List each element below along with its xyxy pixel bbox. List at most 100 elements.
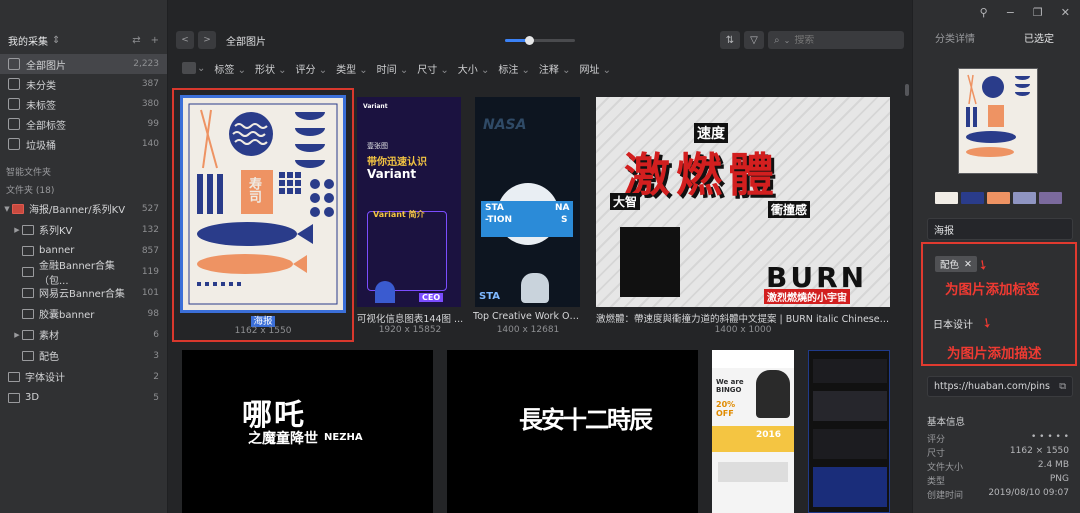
chevron-down-icon[interactable]: ⌄ [784, 36, 791, 45]
folder-icon [12, 203, 24, 214]
folder-kv-series[interactable]: ▶ 系列KV 132 [0, 219, 167, 240]
folder-finance-banner[interactable]: 金融Banner合集（包... 119 [0, 261, 167, 287]
zoom-slider[interactable] [505, 36, 575, 45]
thumb-nezha[interactable]: 哪吒 之魔童降世 NEZHA [182, 350, 433, 513]
name-field[interactable]: 海报 [927, 218, 1073, 240]
color-swatch[interactable] [961, 192, 984, 204]
folders-label[interactable]: 文件夹 (18) [0, 180, 167, 198]
nav-uncategorized[interactable]: 未分类 387 [0, 74, 167, 94]
annotation-add-description: 为图片添加描述 [947, 346, 1042, 362]
nav-all-images[interactable]: 全部图片 2,223 [0, 54, 167, 74]
rating-stars[interactable]: • • • • • [1031, 432, 1069, 445]
nav-untagged[interactable]: 未标签 380 [0, 94, 167, 114]
nasa-line4: S [561, 215, 568, 225]
folder-3d[interactable]: 3D 5 [0, 387, 167, 408]
remove-tag-icon[interactable]: ✕ [964, 259, 972, 270]
folder-count: 5 [153, 392, 159, 403]
thumb-changan[interactable]: 長安十二時辰 [447, 350, 698, 513]
sort-button[interactable]: ⇅ [720, 31, 740, 49]
info-key: 创建时间 [927, 491, 964, 501]
thumb-nasa[interactable]: NASA STA -TION NA S STA [475, 97, 580, 307]
collapse-triangle-icon[interactable]: ▶ [12, 331, 22, 339]
filter-dimensions[interactable]: 尺寸 [417, 61, 449, 76]
color-palette [935, 192, 1062, 204]
library-label[interactable]: 我的采集 [8, 33, 48, 48]
color-swatch[interactable] [935, 192, 958, 204]
thumb-dark-ui[interactable] [808, 350, 890, 513]
folder-label: 海报/Banner/系列KV [29, 205, 126, 216]
zoom-slider-knob[interactable] [525, 36, 534, 45]
color-swatch[interactable] [1039, 192, 1062, 204]
search-input[interactable] [794, 34, 875, 46]
tab-details[interactable]: 分类详情 [913, 30, 997, 50]
folder-color-scheme[interactable]: 配色 3 [0, 345, 167, 366]
restore-icon[interactable]: ❐ [1033, 6, 1043, 19]
uncategorized-icon [8, 78, 20, 90]
pin-icon[interactable]: ⚲ [980, 6, 988, 19]
filter-annotation[interactable]: 标注 [498, 61, 530, 76]
folder-label: banner [39, 245, 75, 256]
preview-image[interactable] [958, 68, 1038, 174]
tag-chip[interactable]: 配色 ✕ [935, 256, 977, 272]
color-swatch[interactable] [987, 192, 1010, 204]
add-icon[interactable]: + [151, 35, 159, 46]
variant-panel [367, 211, 447, 291]
thumb-bingo[interactable]: We are BINGO 20% OFF 2016 [712, 350, 794, 513]
folder-capsule-banner[interactable]: 胶囊banner 98 [0, 303, 167, 324]
scrollbar[interactable] [905, 84, 909, 96]
folder-poster-banner[interactable]: ▼ 海报/Banner/系列KV 527 [0, 198, 167, 219]
smart-folders-label[interactable]: 智能文件夹 [0, 162, 167, 180]
tab-selected[interactable]: 已选定 [997, 30, 1080, 50]
filter-size[interactable]: 大小 [458, 61, 490, 76]
thumb-burn[interactable]: 激燃體 速度 大智 衝撞感 BURN 激烈燃燒的小宇宙 [596, 97, 890, 307]
minimize-icon[interactable]: − [1006, 6, 1015, 19]
search-box[interactable]: ⌕ ⌄ [768, 31, 904, 49]
description-field[interactable]: 日本设计 [927, 312, 1073, 334]
updown-icon[interactable]: ⇕ [52, 35, 60, 46]
nav-count: 387 [141, 79, 159, 89]
library-switcher[interactable]: 我的采集 ⇕ ⇄ + [0, 26, 167, 54]
filter-rating[interactable]: 评分 [296, 61, 328, 76]
nav-all-tags[interactable]: 全部标签 99 [0, 114, 167, 134]
select-all-checkbox[interactable] [182, 62, 196, 74]
bingo-year: 2016 [756, 430, 782, 440]
folder-materials[interactable]: ▶ 素材 6 [0, 324, 167, 345]
filter-button[interactable]: ▽ [744, 31, 764, 49]
astronaut-figure [521, 273, 549, 303]
expand-triangle-icon[interactable]: ▼ [2, 205, 12, 213]
sync-icon[interactable]: ⇄ [132, 35, 140, 46]
filter-url[interactable]: 网址 [579, 61, 611, 76]
folder-icon [8, 392, 20, 403]
info-value: PNG [1049, 474, 1069, 484]
close-icon[interactable]: ✕ [1061, 6, 1070, 19]
folder-icon [8, 371, 20, 382]
color-swatch[interactable] [1013, 192, 1036, 204]
nav-trash[interactable]: 垃圾桶 140 [0, 134, 167, 154]
folder-netease-banner[interactable]: 网易云Banner合集 101 [0, 282, 167, 303]
ui-block-2 [813, 391, 887, 421]
item-caption: 可视化信息图表144图 ... [356, 314, 464, 325]
info-key: 类型 [927, 477, 946, 487]
folder-label: 金融Banner合集（包... [39, 260, 115, 287]
forward-button[interactable]: > [198, 31, 216, 49]
open-link-icon[interactable]: ⧉ [1059, 381, 1066, 392]
url-field[interactable]: https://huaban.com/pins ⧉ [927, 376, 1073, 397]
folder-font-design[interactable]: 字体设计 2 [0, 366, 167, 387]
filter-comment[interactable]: 注释 [539, 61, 571, 76]
collapse-triangle-icon[interactable]: ▶ [12, 226, 22, 234]
filter-time[interactable]: 时间 [377, 61, 409, 76]
info-rating: 评分 • • • • • [927, 432, 1069, 445]
variant-h2: Variant [367, 167, 417, 181]
thumb-variant[interactable]: Variant 壹张图 带你迅速认识 Variant Variant 简介 CE… [357, 97, 461, 307]
info-value: 2.4 MB [1037, 460, 1069, 470]
back-button[interactable]: < [176, 31, 194, 49]
chevron-down-icon[interactable]: ⌄ [197, 63, 205, 74]
item-dimensions: 1920 x 15852 [378, 325, 442, 335]
info-value: 1162 × 1550 [1009, 446, 1069, 456]
nezha-en: NEZHA [324, 432, 363, 443]
window-controls: ⚲ − ❐ ✕ [980, 0, 1080, 24]
filter-shape[interactable]: 形状 [255, 61, 287, 76]
filter-type[interactable]: 类型 [336, 61, 368, 76]
filter-tags[interactable]: 标签 [214, 61, 246, 76]
thumb-poster[interactable]: 寿司 [180, 95, 346, 313]
